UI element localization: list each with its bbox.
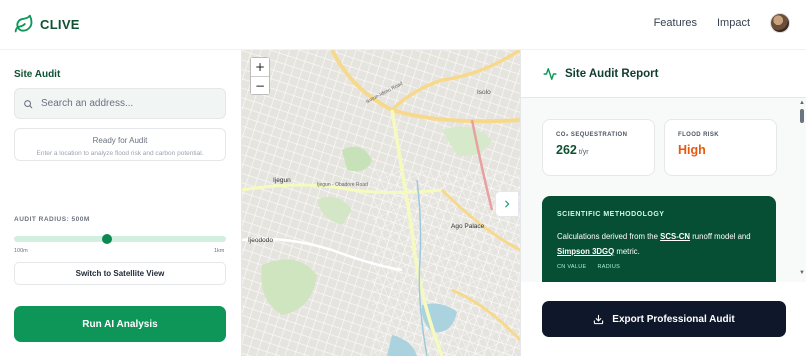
site-audit-panel: Site Audit Ready for Audit Enter a locat… — [0, 50, 242, 356]
nav-links: Features Impact — [654, 13, 790, 33]
report-panel: Site Audit Report CO₂ SEQUESTRATION 262 t… — [520, 50, 806, 356]
toggle-panel-button[interactable] — [495, 191, 519, 217]
radius-key: RADIUS — [597, 264, 621, 270]
methodology-title: SCIENTIFIC METHODOLOGY — [557, 211, 665, 218]
top-navbar: CLIVE Features Impact — [0, 0, 806, 50]
export-audit-button[interactable]: Export Professional Audit — [542, 301, 786, 337]
status-subtitle: Enter a location to analyze flood risk a… — [36, 150, 204, 157]
map-label: Ago Palace — [451, 223, 485, 230]
radius-min-label: 100m — [14, 248, 28, 254]
zoom-controls: + − — [250, 57, 270, 95]
panel-title: Site Audit — [14, 69, 61, 80]
methodology-keys: CN VALUE RADIUS — [557, 264, 776, 270]
flood-card: FLOOD RISK High — [664, 119, 777, 176]
download-icon — [594, 314, 604, 324]
co2-value: 262 — [556, 143, 577, 157]
scroll-down-icon[interactable]: ▼ — [799, 270, 805, 276]
radius-slider[interactable] — [14, 234, 226, 244]
flood-label: FLOOD RISK — [678, 132, 719, 138]
report-scrollbar[interactable]: ▲ ▼ — [797, 98, 806, 282]
radius-label: AUDIT RADIUS: 500M — [14, 216, 90, 223]
co2-value-row: 262 t/yr — [556, 143, 654, 157]
satellite-view-button[interactable]: Switch to Satellite View — [14, 262, 226, 285]
methodology-text-part: metric. — [614, 247, 640, 256]
co2-unit: t/yr — [578, 149, 589, 156]
nav-link-features[interactable]: Features — [654, 17, 697, 29]
brand-logo[interactable]: CLIVE — [14, 14, 80, 34]
run-analysis-button[interactable]: Run AI Analysis — [14, 306, 226, 342]
activity-icon — [543, 67, 557, 80]
methodology-text-part: Calculations derived from the — [557, 232, 661, 241]
cn-value-key: CN VALUE — [557, 264, 587, 270]
radius-max-label: 1km — [214, 248, 225, 254]
status-title: Ready for Audit — [92, 136, 148, 145]
map-label: Ijegun - Obadore Road — [317, 182, 368, 188]
search-icon — [24, 99, 33, 108]
scroll-thumb[interactable] — [800, 109, 804, 123]
methodology-text-part: runoff model and — [690, 232, 751, 241]
nav-link-impact[interactable]: Impact — [717, 17, 750, 29]
brand-name: CLIVE — [40, 16, 80, 32]
methodology-text: Calculations derived from the SCS-CN run… — [557, 229, 767, 259]
report-body[interactable]: CO₂ SEQUESTRATION 262 t/yr FLOOD RISK Hig… — [521, 98, 806, 282]
zoom-in-button[interactable]: + — [251, 58, 269, 76]
status-card: Ready for Audit Enter a location to anal… — [14, 128, 226, 161]
map-label: Ijeododo — [248, 237, 273, 244]
zoom-out-button[interactable]: − — [251, 76, 269, 94]
export-label: Export Professional Audit — [612, 313, 735, 325]
map-label: Ijegun — [273, 177, 291, 184]
slider-thumb[interactable] — [102, 234, 113, 244]
simpson-link[interactable]: Simpson 3DGQ — [557, 247, 614, 256]
flood-value: High — [678, 143, 706, 157]
scs-cn-link[interactable]: SCS-CN — [660, 232, 690, 241]
methodology-card: SCIENTIFIC METHODOLOGY Calculations deri… — [542, 196, 776, 282]
leaf-icon — [14, 14, 33, 33]
avatar[interactable] — [770, 13, 790, 33]
chevron-right-icon — [505, 200, 510, 208]
search-input[interactable] — [41, 98, 211, 109]
map-label: Isolo — [477, 89, 491, 96]
map-view[interactable]: + − Ijegun Ijeododo Ago Palace Isolo Iko… — [242, 50, 520, 356]
search-box[interactable] — [14, 88, 226, 119]
report-header: Site Audit Report — [521, 50, 806, 98]
report-title: Site Audit Report — [565, 67, 659, 80]
co2-label: CO₂ SEQUESTRATION — [556, 132, 628, 138]
co2-card: CO₂ SEQUESTRATION 262 t/yr — [542, 119, 655, 176]
scroll-up-icon[interactable]: ▲ — [799, 100, 805, 106]
